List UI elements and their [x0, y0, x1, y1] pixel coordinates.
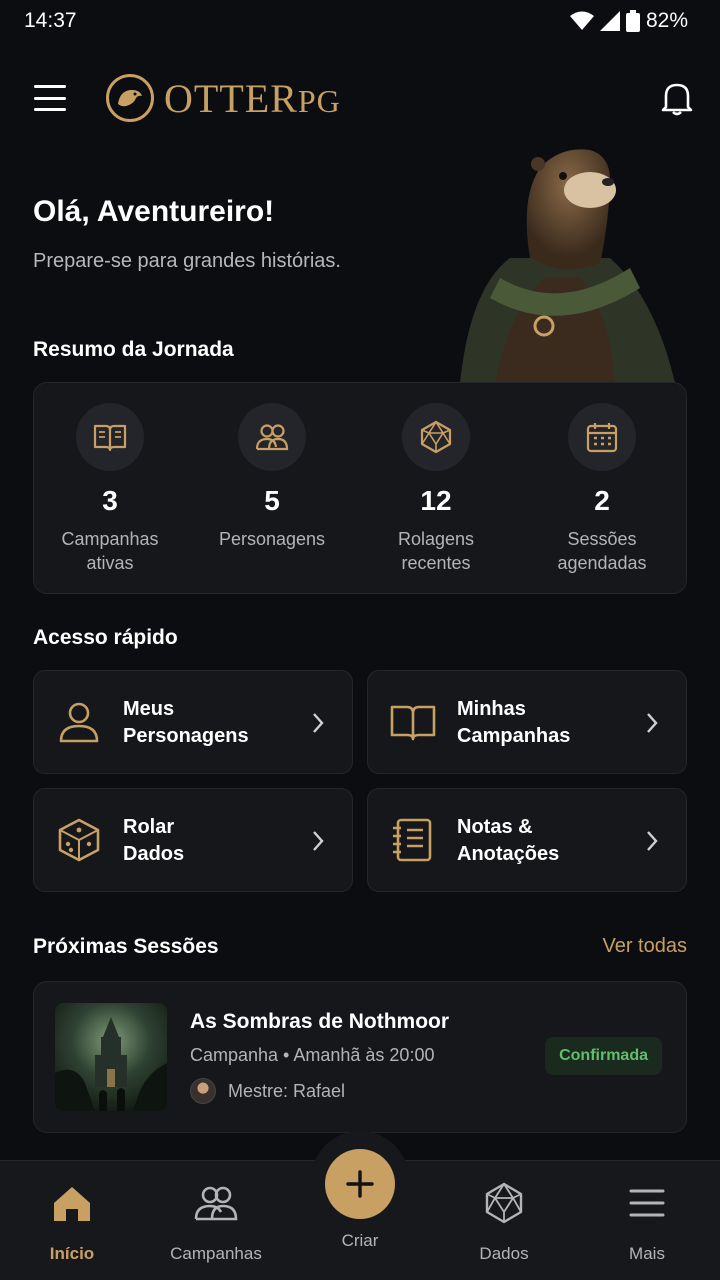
battery-percent: 82%: [645, 9, 688, 32]
d20-icon: [485, 1182, 523, 1224]
nav-label: Mais: [629, 1244, 665, 1263]
greeting-subtitle: Prepare-se para grandes histórias.: [33, 250, 341, 272]
calendar-icon: [568, 403, 636, 471]
chevron-right-icon: [313, 713, 324, 733]
nav-create-label-wrap[interactable]: Criar: [305, 1231, 415, 1251]
menu-icon-bar: [34, 96, 66, 100]
users-icon: [194, 1186, 238, 1221]
status-badge: Confirmada: [545, 1037, 662, 1075]
stat-scheduled-sessions[interactable]: 2 Sessões agendadas: [527, 403, 677, 575]
app-logo: OTTERPG: [106, 74, 341, 122]
campaign-thumbnail-image: [55, 1003, 167, 1111]
see-all-link[interactable]: Ver todas: [602, 935, 687, 958]
stat-label: Personagens: [218, 529, 326, 549]
signal-icon: [599, 11, 620, 31]
chevron-right-icon: [313, 831, 324, 851]
nav-label: Início: [49, 1244, 95, 1263]
menu-icon-bar: [34, 85, 66, 88]
stat-value: 5: [264, 485, 280, 516]
stat-label: Campanhas ativas: [61, 529, 159, 573]
nav-dice[interactable]: Dados: [449, 1181, 559, 1264]
stat-value: 12: [420, 485, 452, 516]
session-meta: Campanha • Amanhã às 20:00: [190, 1045, 435, 1065]
dice-icon: [58, 818, 100, 862]
quick-access-title: Acesso rápido: [33, 626, 178, 649]
quick-label: Rolar Dados: [123, 816, 185, 865]
wifi-icon: [569, 11, 594, 30]
logo-text-main: OTTER: [164, 75, 298, 121]
status-indicators: 82%: [569, 9, 688, 33]
user-icon: [59, 702, 99, 743]
plus-icon: [346, 1170, 374, 1198]
d20-icon: [402, 403, 470, 471]
session-card[interactable]: As Sombras de Nothmoor Campanha • Amanhã…: [33, 981, 687, 1133]
nav-home[interactable]: Início: [17, 1181, 127, 1264]
avatar: [190, 1078, 216, 1104]
master-name: Mestre: Rafael: [228, 1080, 346, 1101]
nav-label: Campanhas: [170, 1244, 262, 1263]
summary-card: 3 Campanhas ativas 5 Personagens 12 Rolag…: [33, 382, 687, 594]
menu-icon: [629, 1189, 665, 1217]
stat-label: Rolagens recentes: [397, 529, 475, 573]
battery-icon: [625, 10, 640, 32]
quick-roll-dice[interactable]: Rolar Dados: [33, 788, 353, 892]
create-button[interactable]: [325, 1149, 395, 1219]
book-icon: [76, 403, 144, 471]
quick-my-campaigns[interactable]: Minhas Campanhas: [367, 670, 687, 774]
quick-notes[interactable]: Notas & Anotações: [367, 788, 687, 892]
summary-section-title: Resumo da Jornada: [33, 338, 234, 361]
users-icon: [238, 403, 306, 471]
stat-characters[interactable]: 5 Personagens: [197, 403, 347, 551]
quick-label: Meus Personagens: [123, 698, 249, 747]
menu-icon-bar: [34, 108, 66, 111]
nav-label: Dados: [479, 1244, 529, 1263]
session-master: Mestre: Rafael: [190, 1078, 345, 1104]
nav-more[interactable]: Mais: [592, 1181, 702, 1264]
quick-my-characters[interactable]: Meus Personagens: [33, 670, 353, 774]
otter-logo-icon: [106, 74, 154, 122]
bell-icon[interactable]: [660, 80, 694, 116]
stat-active-campaigns[interactable]: 3 Campanhas ativas: [35, 403, 185, 575]
nav-campaigns[interactable]: Campanhas: [161, 1181, 271, 1264]
chevron-right-icon: [647, 713, 658, 733]
chevron-right-icon: [647, 831, 658, 851]
notebook-icon: [393, 818, 432, 862]
book-icon: [390, 705, 436, 741]
status-time: 14:37: [24, 9, 77, 32]
stat-recent-rolls[interactable]: 12 Rolagens recentes: [361, 403, 511, 575]
home-icon: [54, 1187, 90, 1221]
greeting-title: Olá, Aventureiro!: [33, 195, 275, 228]
stat-value: 3: [102, 485, 118, 516]
logo-text-suffix: PG: [297, 82, 341, 119]
stat-label: Sessões agendadas: [557, 529, 647, 573]
quick-label: Notas & Anotações: [457, 816, 560, 865]
menu-button[interactable]: [34, 85, 66, 111]
nav-label: Criar: [341, 1231, 379, 1250]
stat-value: 2: [594, 485, 610, 516]
otter-mascot-illustration: [460, 149, 675, 383]
quick-label: Minhas Campanhas: [457, 698, 571, 747]
upcoming-sessions-title: Próximas Sessões: [33, 935, 219, 958]
session-title: As Sombras de Nothmoor: [190, 1010, 450, 1033]
